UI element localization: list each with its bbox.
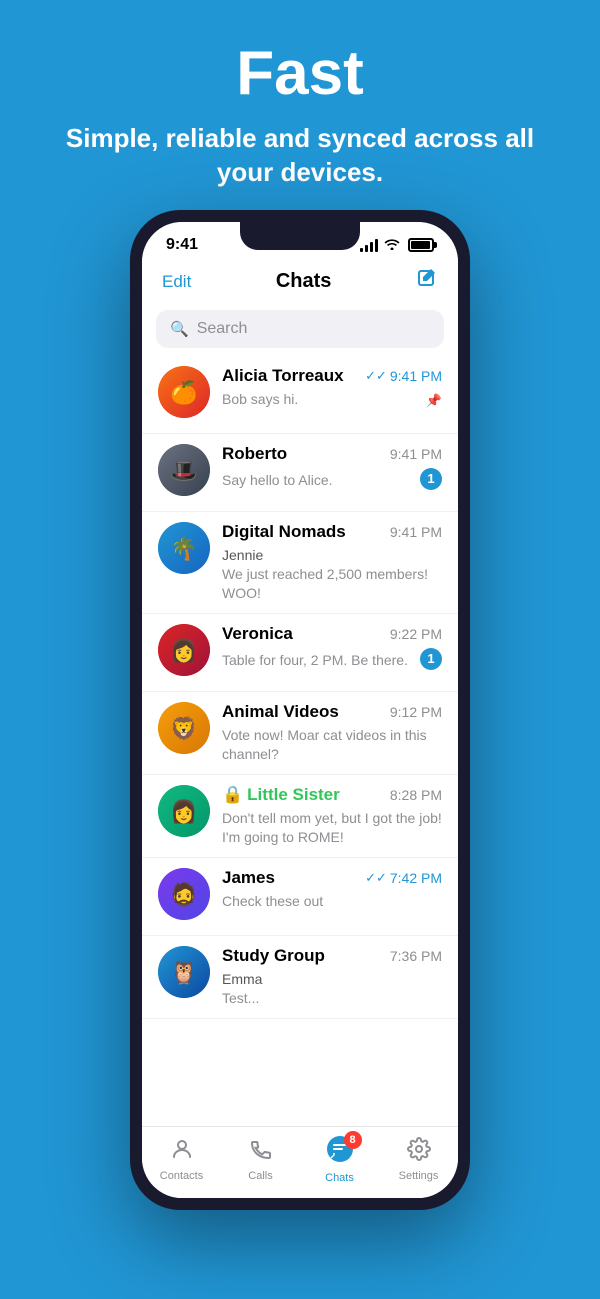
tab-contacts[interactable]: Contacts [142,1137,221,1182]
unread-badge-veronica: 1 [420,648,442,670]
status-icons [360,237,434,253]
signal-bars-icon [360,238,378,252]
chat-item-study[interactable]: 🦉 Study Group 7:36 PM Emma Test... [142,936,458,1019]
contacts-label: Contacts [160,1170,203,1182]
nav-bar: Edit Chats [142,260,458,306]
chats-badge: 8 [344,1131,362,1149]
phone-frame: 9:41 [130,210,470,1210]
chat-preview-sister: Don't tell mom yet, but I got the job! I… [222,810,442,845]
settings-icon [407,1137,431,1167]
chat-content-veronica: Veronica 9:22 PM Table for four, 2 PM. B… [222,624,442,670]
svg-text:👩: 👩 [170,799,197,824]
search-icon: 🔍 [170,320,189,338]
wifi-icon [384,237,400,253]
chat-time-nomads: 9:41 PM [390,524,442,540]
chat-content-sister: 🔒 Little Sister 8:28 PM Don't tell mom y… [222,785,442,847]
chat-name-nomads: Digital Nomads [222,522,346,542]
avatar-alicia: 🍊 [158,366,210,418]
calls-label: Calls [248,1170,272,1182]
avatar-animals: 🦁 [158,702,210,754]
svg-text:🦉: 🦉 [170,960,197,985]
settings-label: Settings [399,1170,439,1182]
chat-item-animals[interactable]: 🦁 Animal Videos 9:12 PM Vote now! Moar c… [142,692,458,775]
calls-icon [249,1137,273,1167]
chats-badge-wrapper: 8 [326,1135,354,1169]
chat-content-james: James ✓✓ 7:42 PM Check these out [222,868,442,911]
phone-screen: 9:41 [142,222,458,1198]
chats-tab-label: Chats [325,1172,354,1184]
chat-time-james: ✓✓ 7:42 PM [365,870,442,886]
avatar-study: 🦉 [158,946,210,998]
chat-content-alicia: Alicia Torreaux ✓✓ 9:41 PM Bob says hi. … [222,366,442,409]
chat-preview-animals: Vote now! Moar cat videos in this channe… [222,727,427,762]
chat-item-veronica[interactable]: 👩 Veronica 9:22 PM Table for four, 2 PM.… [142,614,458,692]
svg-text:🦁: 🦁 [170,716,197,741]
chat-time-sister: 8:28 PM [390,787,442,803]
chat-name-james: James [222,868,275,888]
tab-bar: Contacts Calls [142,1126,458,1198]
chat-list: 🍊 Alicia Torreaux ✓✓ 9:41 PM [142,356,458,1126]
unread-badge-roberto: 1 [420,468,442,490]
tab-settings[interactable]: Settings [379,1137,458,1182]
chat-item-nomads[interactable]: 🌴 Digital Nomads 9:41 PM Jennie We just … [142,512,458,614]
chat-time-roberto: 9:41 PM [390,446,442,462]
battery-icon [408,238,434,252]
tab-chats[interactable]: 8 Chats [300,1135,379,1184]
svg-text:🧔: 🧔 [170,881,197,907]
chat-name-sister: 🔒 Little Sister [222,785,340,805]
search-placeholder: Search [197,320,248,338]
lock-icon: 🔒 [222,785,243,805]
avatar-sister: 👩 [158,785,210,837]
chat-content-roberto: Roberto 9:41 PM Say hello to Alice. 1 [222,444,442,490]
edit-button[interactable]: Edit [162,272,191,292]
chat-content-nomads: Digital Nomads 9:41 PM Jennie We just re… [222,522,442,603]
svg-text:🍊: 🍊 [170,380,199,405]
chat-preview-james: Check these out [222,893,323,909]
chat-time-animals: 9:12 PM [390,704,442,720]
chat-content-animals: Animal Videos 9:12 PM Vote now! Moar cat… [222,702,442,764]
tab-calls[interactable]: Calls [221,1137,300,1182]
chat-preview-veronica: Table for four, 2 PM. Be there. [222,651,414,670]
svg-text:👩: 👩 [170,638,197,663]
notch [240,222,360,250]
avatar-veronica: 👩 [158,624,210,676]
chat-preview-study: Emma Test... [222,971,262,1006]
contacts-icon [170,1137,194,1167]
chat-item-alicia[interactable]: 🍊 Alicia Torreaux ✓✓ 9:41 PM [142,356,458,434]
chat-time-alicia: ✓✓ 9:41 PM [365,368,442,384]
chat-name-roberto: Roberto [222,444,287,464]
nav-title: Chats [276,270,332,293]
chat-content-study: Study Group 7:36 PM Emma Test... [222,946,442,1008]
chat-name-study: Study Group [222,946,325,966]
hero-section: Fast Simple, reliable and synced across … [0,0,600,210]
pin-icon-alicia: 📌 [426,393,442,409]
hero-title: Fast [40,40,560,108]
chat-name-animals: Animal Videos [222,702,339,722]
status-time: 9:41 [166,236,198,254]
avatar-nomads: 🌴 [158,522,210,574]
svg-text:🌴: 🌴 [170,536,197,561]
compose-button[interactable] [416,268,438,296]
chat-preview-alicia: Bob says hi. [222,390,426,409]
chat-item-james[interactable]: 🧔 James ✓✓ 7:42 PM Check these out [142,858,458,936]
avatar-james: 🧔 [158,868,210,920]
hero-subtitle: Simple, reliable and synced across all y… [40,122,560,190]
chat-preview-roberto: Say hello to Alice. [222,471,414,490]
chat-time-study: 7:36 PM [390,948,442,964]
status-bar: 9:41 [142,222,458,260]
chat-name-alicia: Alicia Torreaux [222,366,344,386]
search-bar[interactable]: 🔍 Search [156,310,444,348]
chat-preview-nomads: Jennie We just reached 2,500 members! WO… [222,547,428,601]
chat-item-sister[interactable]: 👩 🔒 Little Sister 8:28 PM Don't tell mom… [142,775,458,858]
chat-item-roberto[interactable]: 🎩 Roberto 9:41 PM Say hello to Alice. 1 [142,434,458,512]
svg-text:🎩: 🎩 [170,458,197,483]
chat-time-veronica: 9:22 PM [390,626,442,642]
chat-name-veronica: Veronica [222,624,293,644]
avatar-roberto: 🎩 [158,444,210,496]
